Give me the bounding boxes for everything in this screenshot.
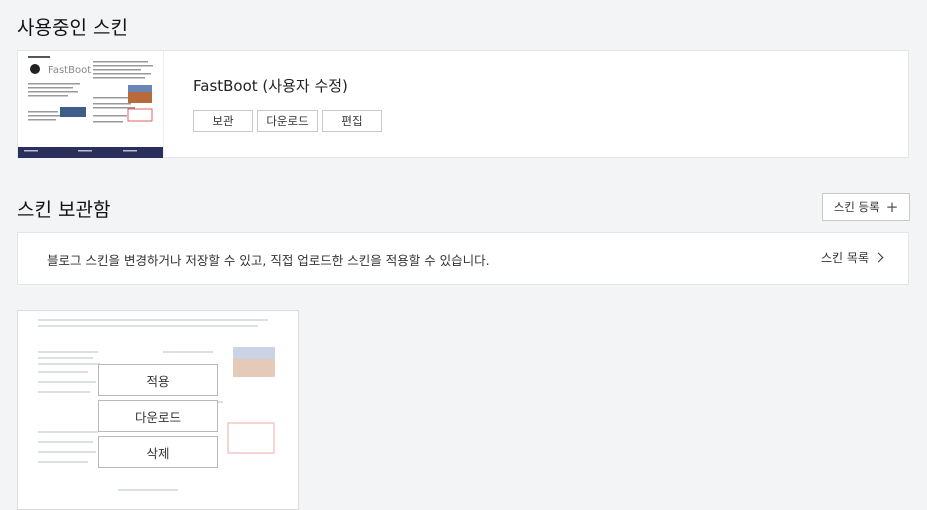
active-skin-card: FastBoot FastBoot (사용자 수정) 보관 다운로드 편집: [17, 50, 909, 158]
apply-button[interactable]: 적용: [98, 364, 218, 396]
delete-button[interactable]: 삭제: [98, 436, 218, 468]
skin-info-text: 블로그 스킨을 변경하거나 저장할 수 있고, 직접 업로드한 스킨을 적용할 …: [47, 253, 490, 268]
stored-download-button[interactable]: 다운로드: [98, 400, 218, 432]
active-skin-thumbnail[interactable]: FastBoot: [18, 51, 164, 158]
active-skin-title: 사용중인 스킨: [17, 17, 128, 39]
skin-list-label: 스킨 목록: [821, 251, 869, 265]
plus-icon: +: [885, 197, 899, 216]
register-skin-button[interactable]: 스킨 등록 +: [822, 193, 910, 221]
skin-list-link[interactable]: 스킨 목록: [821, 249, 884, 266]
active-skin-name: FastBoot (사용자 수정): [193, 77, 348, 95]
chevron-right-icon: [873, 252, 884, 263]
skin-preview-image: FastBoot: [18, 51, 163, 158]
skin-info-bar: 블로그 스킨을 변경하거나 저장할 수 있고, 직접 업로드한 스킨을 적용할 …: [17, 232, 909, 285]
stored-skin-card: 적용 다운로드 삭제: [17, 310, 299, 510]
active-skin-actions: 보관 다운로드 편집: [193, 110, 382, 132]
download-button[interactable]: 다운로드: [257, 110, 318, 132]
edit-button[interactable]: 편집: [322, 110, 382, 132]
skin-storage-title: 스킨 보관함: [17, 199, 111, 221]
archive-button[interactable]: 보관: [193, 110, 253, 132]
svg-text:FastBoot: FastBoot: [48, 65, 91, 76]
register-skin-label: 스킨 등록: [833, 200, 880, 214]
